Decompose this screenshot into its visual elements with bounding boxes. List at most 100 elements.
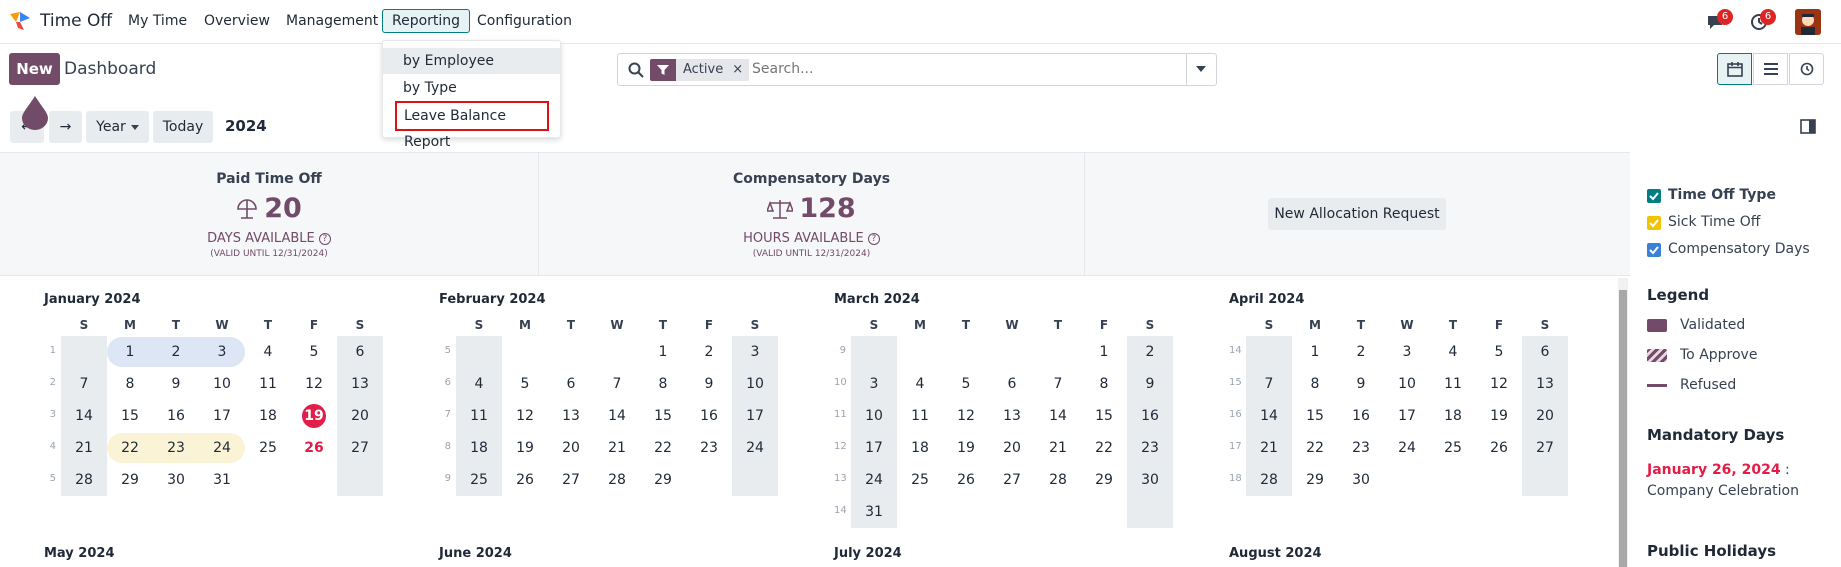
facet-remove-icon[interactable]: ×	[732, 59, 743, 81]
calendar-day[interactable]: 24	[851, 464, 897, 496]
calendar-day[interactable]: 29	[1292, 464, 1338, 496]
calendar-day[interactable]: 10	[199, 368, 245, 400]
calendar-day[interactable]: 12	[943, 400, 989, 432]
calendar-day[interactable]: 20	[337, 400, 383, 432]
calendar-day[interactable]: 10	[732, 368, 778, 400]
calendar-day[interactable]: 5	[291, 336, 337, 368]
calendar-day[interactable]: 27	[337, 432, 383, 464]
calendar-day[interactable]: 25	[1430, 432, 1476, 464]
calendar-day[interactable]: 31	[851, 496, 897, 528]
help-icon[interactable]: ?	[867, 232, 880, 245]
calendar-day[interactable]: 6	[989, 368, 1035, 400]
calendar-day[interactable]: 9	[686, 368, 732, 400]
calendar-day[interactable]: 6	[548, 368, 594, 400]
calendar-day[interactable]: 1	[1081, 336, 1127, 368]
calendar-day[interactable]: 3	[851, 368, 897, 400]
calendar-day[interactable]: 11	[245, 368, 291, 400]
calendar-day[interactable]: 10	[851, 400, 897, 432]
calendar-day[interactable]: 1	[640, 336, 686, 368]
calendar-day[interactable]: 4	[1430, 336, 1476, 368]
calendar-day[interactable]: 26	[502, 464, 548, 496]
calendar-day[interactable]: 8	[1292, 368, 1338, 400]
calendar-day[interactable]: 18	[456, 432, 502, 464]
calendar-day[interactable]: 16	[153, 400, 199, 432]
calendar-day[interactable]: 7	[594, 368, 640, 400]
scale-dropdown[interactable]: Year	[86, 111, 149, 143]
calendar-day[interactable]: 25	[245, 432, 291, 464]
calendar-day[interactable]: 4	[456, 368, 502, 400]
calendar-day[interactable]: 11	[1430, 368, 1476, 400]
calendar-day[interactable]: 15	[1081, 400, 1127, 432]
calendar-day[interactable]: 5	[1476, 336, 1522, 368]
calendar-day[interactable]: 22	[1081, 432, 1127, 464]
calendar-day[interactable]: 11	[897, 400, 943, 432]
calendar-day[interactable]: 13	[548, 400, 594, 432]
calendar-day[interactable]: 16	[686, 400, 732, 432]
calendar-day[interactable]: 13	[1522, 368, 1568, 400]
calendar-day[interactable]: 7	[1246, 368, 1292, 400]
calendar-day[interactable]: 25	[897, 464, 943, 496]
new-button[interactable]: New	[9, 53, 60, 85]
calendar-day[interactable]: 19	[291, 400, 337, 432]
calendar-day[interactable]: 23	[686, 432, 732, 464]
calendar-day[interactable]: 29	[107, 464, 153, 496]
calendar-day[interactable]: 3	[1384, 336, 1430, 368]
calendar-day[interactable]: 29	[1081, 464, 1127, 496]
menu-item-by-employee[interactable]: by Employee	[383, 48, 560, 74]
menu-item-by-type[interactable]: by Type	[383, 75, 560, 101]
calendar-day[interactable]: 4	[897, 368, 943, 400]
calendar-day[interactable]: 17	[732, 400, 778, 432]
menu-configuration[interactable]: Configuration	[477, 13, 572, 29]
new-allocation-request-button[interactable]: New Allocation Request	[1268, 198, 1446, 230]
calendar-day[interactable]: 31	[199, 464, 245, 496]
filter-label[interactable]: Time Off Type	[1668, 187, 1776, 203]
menu-item-leave-balance-report[interactable]: Leave Balance Report	[395, 101, 549, 150]
calendar-day[interactable]: 26	[291, 432, 337, 464]
calendar-day[interactable]: 17	[199, 400, 245, 432]
calendar-day[interactable]: 22	[107, 432, 153, 464]
calendar-day[interactable]: 2	[1127, 336, 1173, 368]
calendar-day[interactable]: 22	[640, 432, 686, 464]
calendar-day[interactable]: 16	[1338, 400, 1384, 432]
calendar-day[interactable]: 8	[640, 368, 686, 400]
calendar-day[interactable]: 19	[502, 432, 548, 464]
calendar-day[interactable]: 20	[1522, 400, 1568, 432]
calendar-day[interactable]: 24	[732, 432, 778, 464]
calendar-day[interactable]: 5	[943, 368, 989, 400]
calendar-day[interactable]: 12	[291, 368, 337, 400]
calendar-day[interactable]: 15	[107, 400, 153, 432]
menu-management[interactable]: Management	[286, 13, 378, 29]
calendar-day[interactable]: 21	[61, 432, 107, 464]
time-off-app-logo-icon[interactable]	[8, 10, 32, 32]
calendar-day[interactable]: 14	[61, 400, 107, 432]
calendar-day[interactable]: 6	[337, 336, 383, 368]
calendar-day[interactable]: 26	[1476, 432, 1522, 464]
calendar-day[interactable]: 2	[686, 336, 732, 368]
filter-label[interactable]: Compensatory Days	[1668, 241, 1810, 257]
calendar-day[interactable]: 21	[594, 432, 640, 464]
calendar-day[interactable]: 23	[153, 432, 199, 464]
calendar-day[interactable]: 26	[943, 464, 989, 496]
calendar-day[interactable]: 18	[897, 432, 943, 464]
calendar-day[interactable]: 21	[1246, 432, 1292, 464]
calendar-day[interactable]: 11	[456, 400, 502, 432]
calendar-day[interactable]: 18	[245, 400, 291, 432]
calendar-day[interactable]: 1	[1292, 336, 1338, 368]
calendar-day[interactable]: 21	[1035, 432, 1081, 464]
calendar-day[interactable]: 7	[61, 368, 107, 400]
calendar-scrollbar[interactable]	[1618, 278, 1628, 567]
calendar-day[interactable]: 20	[548, 432, 594, 464]
calendar-view-button[interactable]	[1717, 53, 1752, 85]
calendar-day[interactable]: 6	[1522, 336, 1568, 368]
calendar-day[interactable]: 22	[1292, 432, 1338, 464]
calendar-day[interactable]: 13	[337, 368, 383, 400]
calendar-day[interactable]: 14	[1035, 400, 1081, 432]
calendar-day[interactable]: 2	[153, 336, 199, 368]
filter-label[interactable]: Sick Time Off	[1668, 214, 1760, 230]
calendar-day[interactable]: 24	[199, 432, 245, 464]
calendar-day[interactable]: 3	[732, 336, 778, 368]
calendar-day[interactable]: 28	[1035, 464, 1081, 496]
calendar-day[interactable]: 28	[594, 464, 640, 496]
calendar-day[interactable]: 13	[989, 400, 1035, 432]
calendar-day[interactable]: 8	[107, 368, 153, 400]
